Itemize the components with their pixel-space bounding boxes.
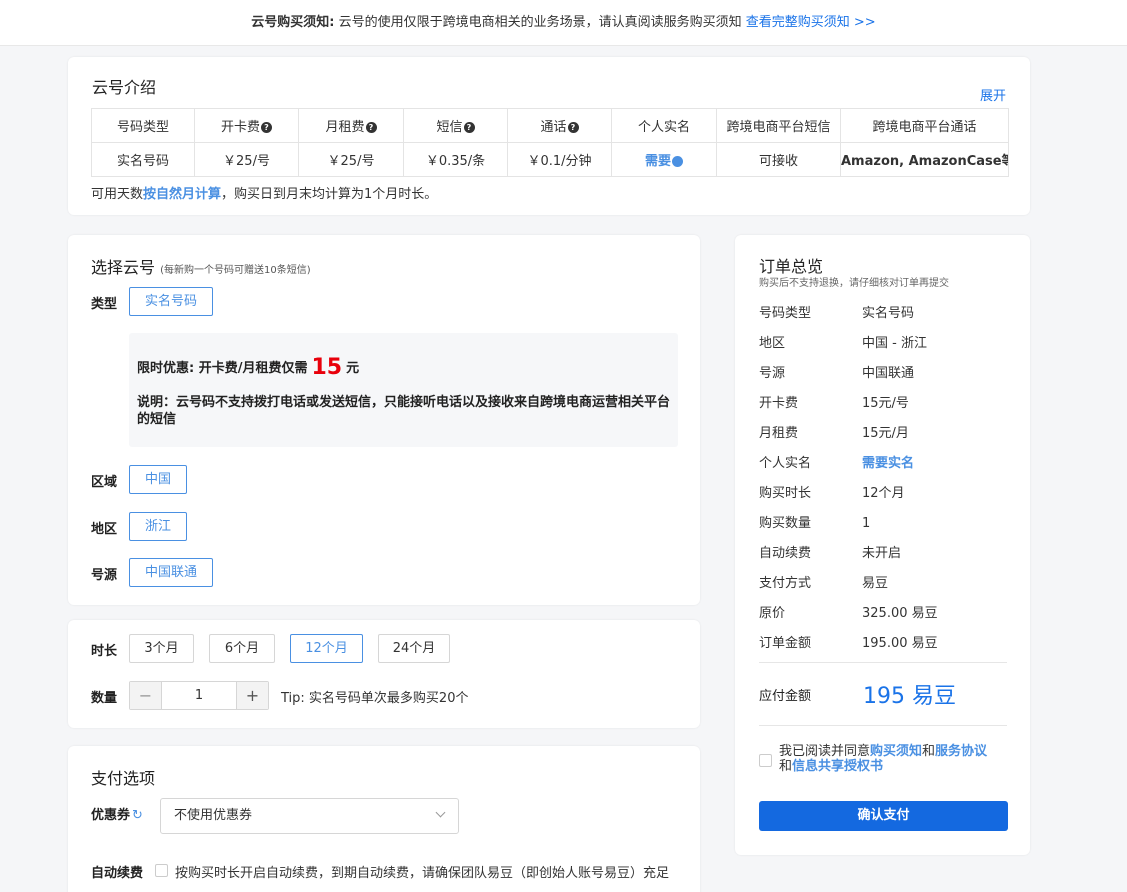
region-option[interactable]: 中国 xyxy=(129,465,187,494)
auto-renew-text: 按购买时长开启自动续费，到期自动续费，请确保团队易豆（即创始人账号易豆）充足 xyxy=(175,866,670,881)
select-card: 选择云号 (每新购一个号码可赠送10条短信) 类型 实名号码 限时优惠: 开卡费… xyxy=(68,235,700,605)
help-icon[interactable]: ? xyxy=(672,156,683,167)
summary-row: 开卡费 15元/号 xyxy=(759,396,909,411)
help-icon[interactable]: ? xyxy=(463,122,475,133)
summary-row: 个人实名 需要实名 xyxy=(759,456,915,471)
duration-option-6m[interactable]: 6个月 xyxy=(209,634,275,663)
table-cell: 可接收 xyxy=(716,142,841,177)
coupon-select[interactable]: 不使用优惠券 xyxy=(160,798,459,834)
help-icon[interactable]: ? xyxy=(365,122,377,133)
intro-note: 可用天数按自然月计算，购买日到月末均计算为1个月时长。 xyxy=(91,187,438,202)
header-cell: 跨境电商平台通话 xyxy=(840,108,1009,143)
purchase-notice-link[interactable]: 购买须知 xyxy=(870,744,922,759)
pay-label: 应付金额 xyxy=(759,689,812,704)
source-option[interactable]: 中国联通 xyxy=(129,558,213,587)
region-label: 区域 xyxy=(91,475,118,490)
header-cell: 开卡费? xyxy=(194,108,299,143)
summary-row: 订单金额 195.00 易豆 xyxy=(759,636,938,651)
notice-label: 云号购买须知: xyxy=(251,15,335,30)
select-subtitle: (每新购一个号码可赠送10条短信) xyxy=(160,265,311,276)
promo-line: 限时优惠: 开卡费/月租费仅需 15 元 xyxy=(137,355,360,380)
table-header-row: 号码类型 开卡费? 月租费? 短信? 通话? 个人实名 跨境电商平台短信 跨境电… xyxy=(91,108,1009,143)
payment-card: 支付选项 优惠券 ↻ 不使用优惠券 自动续费 按购买时长开启自动续费，到期自动续费… xyxy=(68,746,700,892)
table-cell: 需要? xyxy=(611,142,717,177)
quantity-tip: Tip: 实名号码单次最多购买20个 xyxy=(281,691,469,706)
auto-renew-checkbox[interactable] xyxy=(155,864,168,877)
summary-row: 支付方式 易豆 xyxy=(759,576,889,591)
duration-option-3m[interactable]: 3个月 xyxy=(129,634,194,663)
expand-link[interactable]: 展开 xyxy=(980,85,1006,104)
summary-row: 月租费 15元/月 xyxy=(759,426,909,441)
duration-option-12m[interactable]: 12个月 xyxy=(290,634,363,663)
quantity-input[interactable]: 1 xyxy=(161,682,237,709)
quantity-label: 数量 xyxy=(91,691,118,706)
info-sharing-link[interactable]: 信息共享授权书 xyxy=(792,759,883,774)
duration-card: 时长 3个月 6个月 12个月 24个月 数量 − 1 + Tip: 实名号码单… xyxy=(68,620,700,728)
source-label: 号源 xyxy=(91,568,118,583)
chevron-down-icon xyxy=(435,807,446,818)
header-cell: 通话? xyxy=(507,108,612,143)
notice-link[interactable]: 查看完整购买须知 >> xyxy=(746,15,876,30)
summary-row: 号源 中国联通 xyxy=(759,366,915,381)
payment-title: 支付选项 xyxy=(91,769,156,788)
notice-text: 云号的使用仅限于跨境电商相关的业务场景，请认真阅读服务购买须知 xyxy=(338,15,742,30)
confirm-pay-button[interactable]: 确认支付 xyxy=(759,801,1008,831)
summary-row: 购买数量 1 xyxy=(759,516,871,531)
summary-row: 原价 325.00 易豆 xyxy=(759,606,938,621)
select-title: 选择云号 (每新购一个号码可赠送10条短信) xyxy=(91,258,311,277)
auto-renew-label: 自动续费 xyxy=(91,866,144,881)
spec-table: 号码类型 开卡费? 月租费? 短信? 通话? 个人实名 跨境电商平台短信 跨境电… xyxy=(91,108,1009,177)
help-icon[interactable]: ? xyxy=(567,122,579,133)
intro-card: 云号介绍 展开 号码类型 开卡费? 月租费? 短信? 通话? 个人实名 跨境电商… xyxy=(68,57,1030,215)
duration-label: 时长 xyxy=(91,644,118,659)
agree-text: 我已阅读并同意购买须知和服务协议 和信息共享授权书 xyxy=(779,744,988,774)
type-option[interactable]: 实名号码 xyxy=(129,287,213,316)
need-realname-link[interactable]: 需要实名 xyxy=(862,456,914,471)
duration-option-24m[interactable]: 24个月 xyxy=(378,634,450,663)
promo-price: 15 xyxy=(311,355,343,380)
table-cell: ￥25/号 xyxy=(298,142,404,177)
refresh-icon[interactable]: ↻ xyxy=(132,808,143,823)
summary-row: 自动续费 未开启 xyxy=(759,546,902,561)
promo-note: 说明：云号码不支持拨打电话或发送短信，只能接听电话以及接收来自跨境电商运营相关平… xyxy=(137,395,671,427)
area-label: 地区 xyxy=(91,522,118,537)
header-cell: 短信? xyxy=(403,108,508,143)
type-label: 类型 xyxy=(91,297,118,312)
divider xyxy=(759,725,1007,726)
table-cell: ￥0.1/分钟 xyxy=(507,142,612,177)
summary-row: 号码类型 实名号码 xyxy=(759,306,915,321)
header-cell: 跨境电商平台短信 xyxy=(716,108,841,143)
plus-button[interactable]: + xyxy=(237,682,268,709)
header-cell: 月租费? xyxy=(298,108,404,143)
table-cell: 实名号码 xyxy=(91,142,195,177)
coupon-label: 优惠券 ↻ xyxy=(91,808,143,823)
table-row: 实名号码 ￥25/号 ￥25/号 ￥0.35/条 ￥0.1/分钟 需要? 可接收… xyxy=(91,142,1009,177)
promo-box: 限时优惠: 开卡费/月租费仅需 15 元 说明：云号码不支持拨打电话或发送短信，只能… xyxy=(129,333,678,447)
intro-title: 云号介绍 xyxy=(92,78,157,97)
service-agreement-link[interactable]: 服务协议 xyxy=(935,744,987,759)
header-cell: 个人实名 xyxy=(611,108,717,143)
table-cell: Amazon, AmazonCase等 xyxy=(840,142,1009,177)
table-cell: ￥25/号 xyxy=(194,142,299,177)
minus-button[interactable]: − xyxy=(130,682,161,709)
agree-checkbox[interactable] xyxy=(759,754,772,767)
notice-bar: 云号购买须知: 云号的使用仅限于跨境电商相关的业务场景，请认真阅读服务购买须知 … xyxy=(0,0,1127,46)
quantity-stepper: − 1 + xyxy=(129,681,269,710)
table-cell: ￥0.35/条 xyxy=(403,142,508,177)
order-summary-card: 订单总览 购买后不支持退换，请仔细核对订单再提交 号码类型 实名号码 地区 中国 -… xyxy=(735,235,1030,855)
summary-row: 地区 中国 - 浙江 xyxy=(759,336,927,351)
header-cell: 号码类型 xyxy=(91,108,195,143)
pay-amount: 195 易豆 xyxy=(863,684,956,709)
summary-subtitle: 购买后不支持退换，请仔细核对订单再提交 xyxy=(759,278,949,289)
help-icon[interactable]: ? xyxy=(261,122,272,133)
summary-row: 购买时长 12个月 xyxy=(759,486,905,501)
divider xyxy=(759,662,1007,663)
area-option[interactable]: 浙江 xyxy=(129,512,187,541)
